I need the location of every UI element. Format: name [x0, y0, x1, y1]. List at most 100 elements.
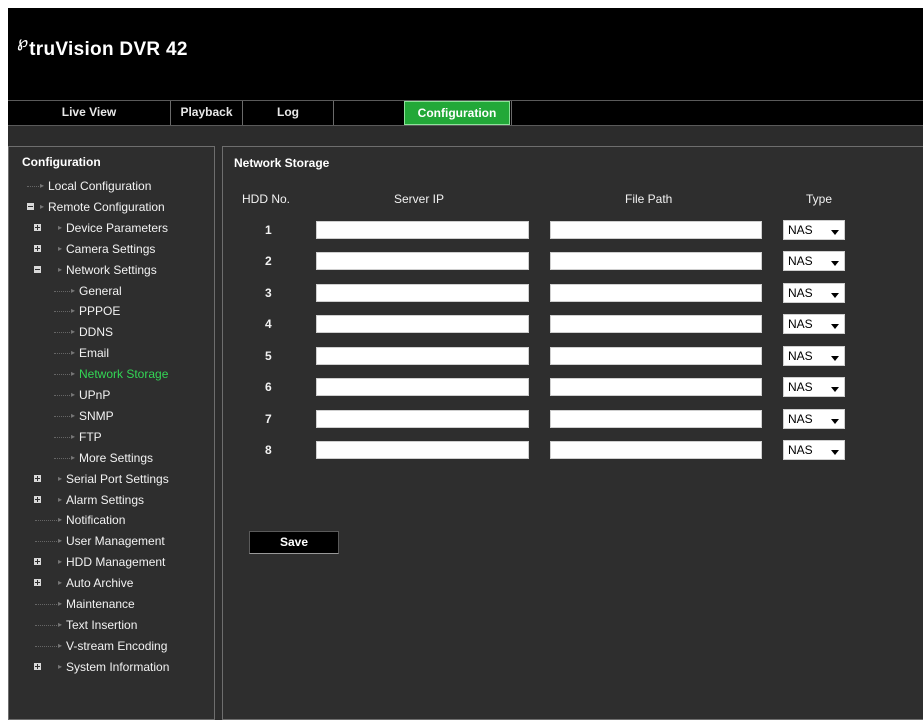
hdd-number: 7: [265, 412, 272, 426]
tree-item[interactable]: ▸ Email: [9, 345, 209, 361]
tree-arrow-icon: ▸: [71, 286, 76, 295]
type-select[interactable]: NAS: [783, 377, 845, 397]
expand-icon[interactable]: [34, 558, 41, 565]
expand-icon[interactable]: [34, 224, 41, 231]
tree-item[interactable]: ▸ Notification: [9, 512, 209, 528]
tree-item-label: User Management: [66, 534, 165, 548]
tree-item[interactable]: ▸ Remote Configuration: [9, 199, 209, 215]
tree-item-label: Local Configuration: [48, 179, 152, 193]
tree-item[interactable]: ▸ V-stream Encoding: [9, 638, 209, 654]
tree-connector: [54, 311, 70, 313]
tree-arrow-icon: ▸: [58, 223, 63, 232]
tree-connector: [35, 541, 57, 543]
server-ip-input[interactable]: [316, 252, 529, 270]
tree-arrow-icon: ▸: [71, 369, 76, 378]
file-path-input[interactable]: [550, 221, 762, 239]
hdd-number: 1: [265, 223, 272, 237]
server-ip-input[interactable]: [316, 441, 529, 459]
file-path-input[interactable]: [550, 410, 762, 428]
tree-item[interactable]: ▸ More Settings: [9, 450, 209, 466]
file-path-input[interactable]: [550, 441, 762, 459]
file-path-input[interactable]: [550, 347, 762, 365]
server-ip-input[interactable]: [316, 347, 529, 365]
column-header-hdd-no: HDD No.: [242, 192, 291, 206]
expand-icon[interactable]: [34, 496, 41, 503]
type-select[interactable]: NAS: [783, 314, 845, 334]
chevron-down-icon: [831, 419, 839, 424]
hdd-number: 2: [265, 254, 272, 268]
collapse-icon[interactable]: [34, 266, 41, 273]
tree-item[interactable]: ▸ Local Configuration: [9, 178, 209, 194]
column-header-file-path: File Path: [625, 192, 673, 206]
column-header-server-ip: Server IP: [394, 192, 445, 206]
tree-connector: [27, 186, 39, 188]
hdd-number: 5: [265, 349, 272, 363]
type-select[interactable]: NAS: [783, 220, 845, 240]
tree-item[interactable]: ▸ Camera Settings: [9, 241, 209, 257]
type-select-value: NAS: [788, 349, 813, 363]
server-ip-input[interactable]: [316, 284, 529, 302]
chevron-down-icon: [831, 293, 839, 298]
file-path-input[interactable]: [550, 252, 762, 270]
expand-icon[interactable]: [34, 663, 41, 670]
expand-icon[interactable]: [34, 245, 41, 252]
tree-item[interactable]: ▸ UPnP: [9, 387, 209, 403]
tab-live-view[interactable]: Live View: [8, 101, 171, 125]
tree-item[interactable]: ▸ SNMP: [9, 408, 209, 424]
tree-item[interactable]: ▸ Serial Port Settings: [9, 471, 209, 487]
tree-item[interactable]: ▸ HDD Management: [9, 554, 209, 570]
collapse-icon[interactable]: [27, 203, 34, 210]
type-select[interactable]: NAS: [783, 409, 845, 429]
tree-arrow-icon: ▸: [58, 515, 63, 524]
tree-item[interactable]: ▸ Alarm Settings: [9, 492, 209, 508]
expand-icon[interactable]: [34, 579, 41, 586]
tab-configuration[interactable]: Configuration: [404, 101, 510, 125]
tree-arrow-icon: ▸: [58, 620, 63, 629]
tree-item[interactable]: ▸ Network Settings: [9, 262, 209, 278]
tree-item-label: UPnP: [79, 388, 111, 402]
expand-icon[interactable]: [34, 475, 41, 482]
server-ip-input[interactable]: [316, 378, 529, 396]
tree-item[interactable]: ▸ General: [9, 283, 209, 299]
type-select[interactable]: NAS: [783, 251, 845, 271]
tree-item[interactable]: ▸ Text Insertion: [9, 617, 209, 633]
server-ip-input[interactable]: [316, 410, 529, 428]
tree-arrow-icon: ▸: [71, 453, 76, 462]
tree-item-label: Network Storage: [79, 367, 169, 381]
save-button[interactable]: Save: [249, 531, 339, 554]
file-path-input[interactable]: [550, 284, 762, 302]
type-select[interactable]: NAS: [783, 346, 845, 366]
tree-connector: [35, 604, 57, 606]
chevron-down-icon: [831, 450, 839, 455]
type-select[interactable]: NAS: [783, 440, 845, 460]
tree-item[interactable]: ▸ PPPOE: [9, 303, 209, 319]
column-header-type: Type: [806, 192, 833, 206]
tree-connector: [35, 625, 57, 627]
file-path-input[interactable]: [550, 378, 762, 396]
tab-log[interactable]: Log: [243, 101, 334, 125]
tree-item[interactable]: ▸ User Management: [9, 533, 209, 549]
tree-arrow-icon: ▸: [58, 557, 63, 566]
main-tab-bar: Live View Playback Log Configuration: [8, 100, 923, 126]
tree-item[interactable]: ▸ Network Storage: [9, 366, 209, 382]
tree-item[interactable]: ▸ Maintenance: [9, 596, 209, 612]
configuration-tree-panel: Configuration ▸ Local Configuration ▸ Remot…: [8, 146, 215, 720]
tree-item[interactable]: ▸ Auto Archive: [9, 575, 209, 591]
type-select[interactable]: NAS: [783, 283, 845, 303]
tree-connector: [54, 291, 70, 293]
page-title: Network Storage: [234, 156, 330, 170]
tree-item[interactable]: ▸ DDNS: [9, 324, 209, 340]
tree-arrow-icon: ▸: [58, 244, 63, 253]
tree-item-label: Maintenance: [66, 597, 135, 611]
tree-item[interactable]: ▸ System Information: [9, 659, 209, 675]
hdd-number: 6: [265, 380, 272, 394]
server-ip-input[interactable]: [316, 315, 529, 333]
tab-playback[interactable]: Playback: [171, 101, 243, 125]
server-ip-input[interactable]: [316, 221, 529, 239]
file-path-input[interactable]: [550, 315, 762, 333]
tree-item-label: System Information: [66, 660, 170, 674]
tree-item[interactable]: ▸ Device Parameters: [9, 220, 209, 236]
tab-label: Live View: [61, 105, 117, 119]
tree-item[interactable]: ▸ FTP: [9, 429, 209, 445]
tree-arrow-icon: ▸: [40, 202, 45, 211]
